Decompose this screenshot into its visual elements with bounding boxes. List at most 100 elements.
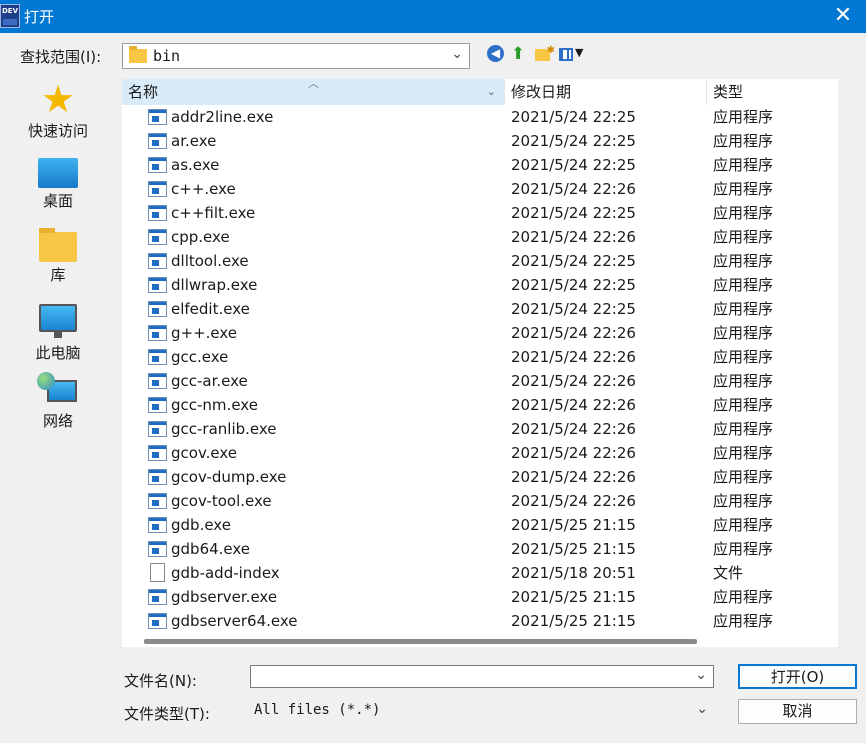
file-row[interactable]: c++.exe 2021/5/24 22:26 应用程序 — [122, 177, 838, 201]
library-icon — [39, 228, 77, 262]
file-type: 文件 — [713, 564, 744, 582]
file-row[interactable]: as.exe 2021/5/24 22:25 应用程序 — [122, 153, 838, 177]
place-label: 此电脑 — [35, 344, 81, 362]
exe-icon — [148, 301, 167, 317]
star-icon: ★ — [40, 77, 76, 121]
scrollbar-thumb[interactable] — [144, 639, 697, 644]
horizontal-scrollbar[interactable] — [122, 633, 838, 647]
file-name: gcc.exe — [171, 348, 229, 366]
file-row[interactable]: gdbserver.exe 2021/5/25 21:15 应用程序 — [122, 585, 838, 609]
exe-icon — [148, 229, 167, 245]
chevron-down-icon[interactable]: ⌄ — [451, 46, 463, 62]
folder-icon — [129, 46, 147, 63]
chevron-down-icon[interactable]: ⌄ — [487, 79, 496, 105]
file-date: 2021/5/24 22:26 — [511, 372, 636, 390]
file-row[interactable]: elfedit.exe 2021/5/24 22:25 应用程序 — [122, 297, 838, 321]
file-row[interactable]: gcc.exe 2021/5/24 22:26 应用程序 — [122, 345, 838, 369]
column-header-type[interactable]: 类型 — [707, 79, 838, 105]
up-arrow-icon: ⬆ — [511, 44, 526, 64]
place-network[interactable]: 网络 — [8, 372, 108, 431]
file-date: 2021/5/24 22:26 — [511, 444, 636, 462]
file-row[interactable]: addr2line.exe 2021/5/24 22:25 应用程序 — [122, 105, 838, 129]
file-date: 2021/5/24 22:26 — [511, 492, 636, 510]
file-row[interactable]: gcc-ranlib.exe 2021/5/24 22:26 应用程序 — [122, 417, 838, 441]
open-button[interactable]: 打开(O) — [738, 664, 857, 689]
exe-icon — [148, 325, 167, 341]
file-type: 应用程序 — [713, 540, 774, 558]
place-library[interactable]: 库 — [8, 228, 108, 285]
file-date: 2021/5/25 21:15 — [511, 516, 636, 534]
file-type: 应用程序 — [713, 348, 774, 366]
file-type: 应用程序 — [713, 108, 774, 126]
exe-icon — [148, 373, 167, 389]
file-date: 2021/5/24 22:26 — [511, 324, 636, 342]
file-row[interactable]: gdb.exe 2021/5/25 21:15 应用程序 — [122, 513, 838, 537]
back-arrow-icon: ◀ — [487, 45, 504, 62]
file-date: 2021/5/24 22:25 — [511, 300, 636, 318]
file-name: gcc-ranlib.exe — [171, 420, 277, 438]
window-title: 打开 — [24, 8, 55, 26]
file-date: 2021/5/24 22:26 — [511, 420, 636, 438]
filetype-select[interactable]: All files (*.*) ⌄ — [250, 699, 714, 723]
close-icon[interactable]: ✕ — [820, 0, 866, 33]
file-row[interactable]: gcov-tool.exe 2021/5/24 22:26 应用程序 — [122, 489, 838, 513]
exe-icon — [148, 445, 167, 461]
chevron-down-icon[interactable]: ⌄ — [695, 667, 707, 683]
file-row[interactable]: gdb-add-index 2021/5/18 20:51 文件 — [122, 561, 838, 585]
file-date: 2021/5/25 21:15 — [511, 540, 636, 558]
place-this-pc[interactable]: 此电脑 — [8, 300, 108, 363]
file-type: 应用程序 — [713, 300, 774, 318]
file-row[interactable]: dllwrap.exe 2021/5/24 22:25 应用程序 — [122, 273, 838, 297]
file-icon — [150, 563, 165, 582]
file-type: 应用程序 — [713, 276, 774, 294]
sort-ascending-icon: ︿ — [308, 79, 319, 90]
file-date: 2021/5/24 22:25 — [511, 156, 636, 174]
file-type: 应用程序 — [713, 252, 774, 270]
app-icon: DEV — [0, 4, 20, 28]
file-row[interactable]: gdb64.exe 2021/5/25 21:15 应用程序 — [122, 537, 838, 561]
view-grid-icon — [559, 48, 573, 61]
place-quick-access[interactable]: ★ 快速访问 — [8, 80, 108, 141]
file-type: 应用程序 — [713, 396, 774, 414]
file-date: 2021/5/24 22:26 — [511, 396, 636, 414]
look-in-combobox[interactable]: bin ⌄ — [122, 43, 470, 69]
file-row[interactable]: gcc-nm.exe 2021/5/24 22:26 应用程序 — [122, 393, 838, 417]
title-bar: DEV 打开 ✕ — [0, 0, 866, 33]
file-type: 应用程序 — [713, 324, 774, 342]
exe-icon — [148, 277, 167, 293]
file-row[interactable]: gcov.exe 2021/5/24 22:26 应用程序 — [122, 441, 838, 465]
file-row[interactable]: c++filt.exe 2021/5/24 22:25 应用程序 — [122, 201, 838, 225]
file-name: gdb-add-index — [171, 564, 280, 582]
up-folder-button[interactable]: ⬆ — [511, 45, 531, 65]
view-menu-button[interactable]: ▼ — [559, 45, 587, 65]
file-row[interactable]: ar.exe 2021/5/24 22:25 应用程序 — [122, 129, 838, 153]
new-folder-button[interactable]: ✱ — [535, 45, 555, 65]
column-header-date[interactable]: 修改日期 — [505, 79, 707, 105]
file-name: addr2line.exe — [171, 108, 274, 126]
filename-input[interactable]: ⌄ — [250, 665, 714, 688]
file-list[interactable]: 名称 ︿ ⌄ 修改日期 类型 addr2line.exe 2021/5/24 22… — [122, 79, 838, 633]
cancel-button[interactable]: 取消 — [738, 699, 857, 724]
file-name: dllwrap.exe — [171, 276, 258, 294]
file-type: 应用程序 — [713, 444, 774, 462]
exe-icon — [148, 109, 167, 125]
look-in-value: bin — [153, 47, 181, 65]
exe-icon — [148, 493, 167, 509]
chevron-down-icon[interactable]: ⌄ — [696, 701, 708, 717]
file-name: c++.exe — [171, 180, 236, 198]
file-row[interactable]: gcov-dump.exe 2021/5/24 22:26 应用程序 — [122, 465, 838, 489]
file-type: 应用程序 — [713, 228, 774, 246]
file-row[interactable]: gdbserver64.exe 2021/5/25 21:15 应用程序 — [122, 609, 838, 633]
file-row[interactable]: cpp.exe 2021/5/24 22:26 应用程序 — [122, 225, 838, 249]
place-desktop[interactable]: 桌面 — [8, 154, 108, 211]
file-name: as.exe — [171, 156, 220, 174]
file-row[interactable]: dlltool.exe 2021/5/24 22:25 应用程序 — [122, 249, 838, 273]
back-button[interactable]: ◀ — [487, 45, 507, 65]
column-header-name[interactable]: 名称 ︿ ⌄ — [122, 79, 505, 105]
file-name: c++filt.exe — [171, 204, 256, 222]
file-row[interactable]: gcc-ar.exe 2021/5/24 22:26 应用程序 — [122, 369, 838, 393]
column-name-label: 名称 — [128, 83, 159, 101]
file-date: 2021/5/24 22:25 — [511, 204, 636, 222]
file-row[interactable]: g++.exe 2021/5/24 22:26 应用程序 — [122, 321, 838, 345]
places-bar: ★ 快速访问 桌面 库 此电脑 网络 — [0, 78, 116, 458]
